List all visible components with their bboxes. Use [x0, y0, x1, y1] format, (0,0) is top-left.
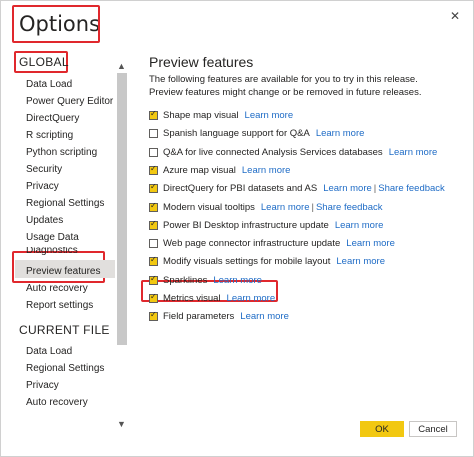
sidebar-item-r-scripting[interactable]: R scripting — [26, 130, 73, 141]
learn-more-link[interactable]: Learn more — [323, 183, 372, 194]
page-title: Preview features — [149, 54, 254, 70]
feature-row-directquery-for-pbi-datasets-and-as: DirectQuery for PBI datasets and AS Learn… — [149, 181, 445, 195]
options-dialog: Options ✕ GLOBAL Data Load Power Query Ed… — [0, 0, 474, 457]
feature-label: Sparklines — [163, 274, 208, 286]
learn-more-link[interactable]: Learn more — [335, 220, 384, 231]
feature-row-spanish-language-support-for-q-a: Spanish language support for Q&A Learn mo… — [149, 126, 364, 140]
feature-label: Modify visuals settings for mobile layou… — [163, 255, 331, 267]
feature-label: Azure map visual — [163, 164, 236, 176]
page-description: The following features are available for… — [149, 74, 422, 98]
feature-label: Spanish language support for Q&A — [163, 127, 310, 139]
sidebar-item-privacy[interactable]: Privacy — [26, 181, 59, 192]
feature-checkbox[interactable] — [149, 128, 158, 138]
feature-row-azure-map-visual: Azure map visual Learn more — [149, 163, 290, 177]
cancel-button[interactable]: Cancel — [409, 421, 457, 437]
feature-checkbox[interactable] — [149, 219, 158, 230]
feature-label: Modern visual tooltips — [163, 201, 255, 213]
feature-row-modern-visual-tooltips: Modern visual tooltips Learn more|Share f… — [149, 200, 383, 214]
feature-row-metrics-visual: Metrics visual Learn more — [149, 291, 275, 305]
sidebar-item-usage-data[interactable]: Usage Data — [26, 232, 79, 243]
feature-checkbox[interactable] — [149, 201, 158, 212]
feature-row-q-a-for-live-connected-analysis-services-databases: Q&A for live connected Analysis Services… — [149, 145, 437, 159]
feature-label: Web page connector infrastructure update — [163, 237, 341, 249]
learn-more-link[interactable]: Learn more — [316, 128, 365, 139]
feature-row-sparklines: Sparklines Learn more — [149, 273, 262, 287]
global-section-header: GLOBAL — [19, 55, 69, 69]
chevron-up-icon[interactable]: ▲ — [117, 61, 126, 71]
learn-more-link[interactable]: Learn more — [346, 238, 395, 249]
current-file-section-header: CURRENT FILE — [19, 323, 110, 337]
link-separator: | — [373, 182, 377, 194]
sidebar-item-report-settings[interactable]: Report settings — [26, 300, 93, 311]
learn-more-link[interactable]: Learn more — [227, 293, 276, 304]
ok-button[interactable]: OK — [360, 421, 404, 437]
sidebar-item-python-scripting[interactable]: Python scripting — [26, 147, 97, 158]
feature-checkbox[interactable] — [149, 292, 158, 303]
sidebar-item-auto-recovery[interactable]: Auto recovery — [26, 283, 88, 294]
current-file-item-auto-recovery[interactable]: Auto recovery — [26, 397, 88, 408]
feature-checkbox[interactable] — [149, 274, 158, 285]
share-feedback-link[interactable]: Share feedback — [378, 183, 445, 194]
feature-checkbox[interactable] — [149, 147, 158, 157]
feature-label: Field parameters — [163, 310, 235, 322]
feature-row-web-page-connector-infrastructure-update: Web page connector infrastructure update… — [149, 236, 395, 250]
feature-row-modify-visuals-settings-for-mobile-layout: Modify visuals settings for mobile layou… — [149, 254, 385, 268]
learn-more-link[interactable]: Learn more — [261, 202, 310, 213]
learn-more-link[interactable]: Learn more — [336, 256, 385, 267]
sidebar-item-directquery[interactable]: DirectQuery — [26, 113, 79, 124]
sidebar-scrollbar-thumb[interactable] — [117, 73, 127, 345]
chevron-down-icon[interactable]: ▼ — [117, 419, 126, 429]
feature-label: Shape map visual — [163, 109, 239, 121]
sidebar-item-security[interactable]: Security — [26, 164, 62, 175]
feature-label: Q&A for live connected Analysis Services… — [163, 146, 383, 158]
current-file-item-regional-settings[interactable]: Regional Settings — [26, 363, 104, 374]
current-file-item-data-load[interactable]: Data Load — [26, 346, 72, 357]
learn-more-link[interactable]: Learn more — [242, 165, 291, 176]
sidebar-item-diagnostics[interactable]: Diagnostics — [26, 247, 78, 255]
learn-more-link[interactable]: Learn more — [240, 311, 289, 322]
feature-checkbox[interactable] — [149, 310, 158, 321]
sidebar-item-data-load[interactable]: Data Load — [26, 79, 72, 90]
feature-checkbox[interactable] — [149, 238, 158, 248]
feature-checkbox[interactable] — [149, 109, 158, 120]
feature-checkbox[interactable] — [149, 164, 158, 175]
close-icon[interactable]: ✕ — [450, 9, 460, 23]
feature-row-field-parameters: Field parameters Learn more — [149, 309, 289, 323]
sidebar-item-regional-settings[interactable]: Regional Settings — [26, 198, 104, 209]
learn-more-link[interactable]: Learn more — [213, 275, 262, 286]
current-file-item-privacy[interactable]: Privacy — [26, 380, 59, 391]
sidebar-item-updates[interactable]: Updates — [26, 215, 63, 226]
feature-checkbox[interactable] — [149, 255, 158, 266]
feature-checkbox[interactable] — [149, 182, 158, 193]
feature-label: DirectQuery for PBI datasets and AS — [163, 182, 318, 194]
feature-row-power-bi-desktop-infrastructure-update: Power BI Desktop infrastructure update Le… — [149, 218, 383, 232]
link-separator: | — [311, 201, 314, 213]
highlight-options-title — [12, 5, 100, 43]
feature-label: Metrics visual — [163, 292, 221, 304]
feature-row-shape-map-visual: Shape map visual Learn more — [149, 108, 293, 122]
sidebar-item-preview-features[interactable]: Preview features — [26, 266, 100, 277]
sidebar-item-power-query-editor[interactable]: Power Query Editor — [26, 96, 113, 107]
share-feedback-link[interactable]: Share feedback — [316, 202, 383, 213]
learn-more-link[interactable]: Learn more — [245, 110, 294, 121]
learn-more-link[interactable]: Learn more — [389, 147, 438, 158]
feature-label: Power BI Desktop infrastructure update — [163, 219, 329, 231]
